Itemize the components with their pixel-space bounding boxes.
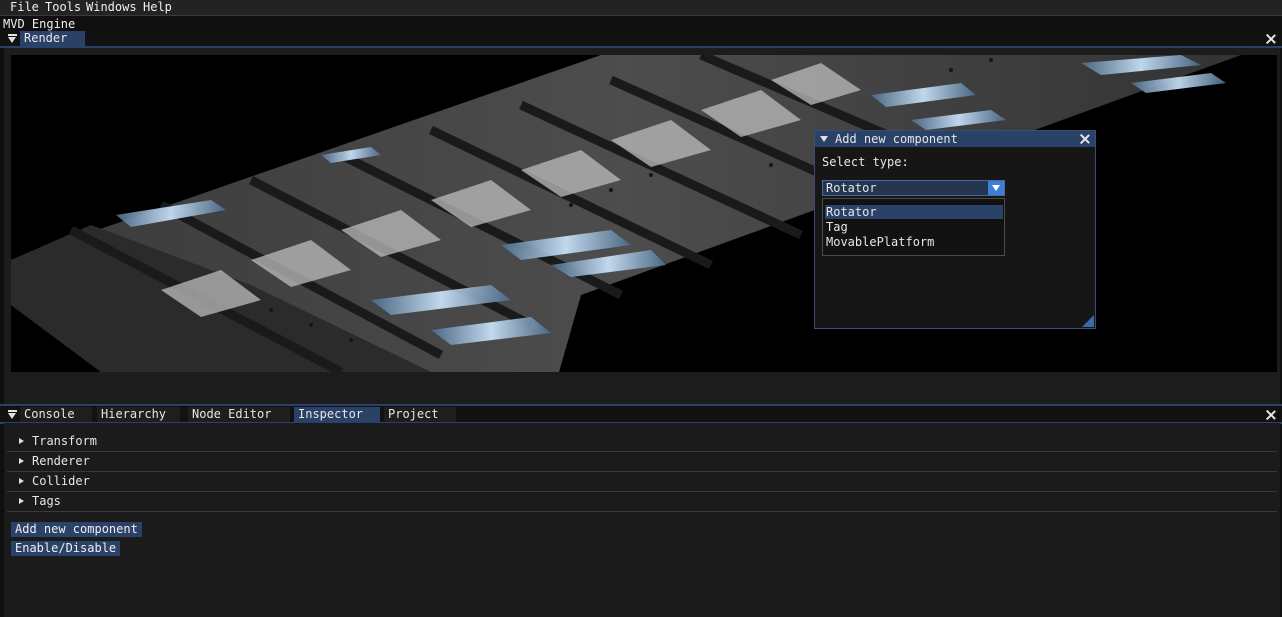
select-type-label: Select type: — [822, 155, 909, 169]
close-icon[interactable] — [1265, 409, 1277, 421]
add-component-button[interactable]: Add new component — [11, 522, 142, 537]
tab-hierarchy[interactable]: Hierarchy — [97, 407, 180, 422]
collapse-icon[interactable] — [8, 410, 17, 412]
collapse-icon[interactable] — [8, 34, 17, 36]
app-title: MVD Engine — [3, 17, 76, 31]
option-movable-platform[interactable]: MovablePlatform — [825, 235, 1003, 249]
tab-project[interactable]: Project — [384, 407, 456, 422]
menu-file[interactable]: File — [10, 0, 39, 15]
collapse-arrow-icon[interactable] — [820, 136, 828, 142]
dropdown-button[interactable] — [988, 181, 1004, 195]
menu-help[interactable]: Help — [143, 0, 172, 15]
section-label: Renderer — [32, 454, 90, 468]
caret-right-icon — [19, 498, 24, 504]
bottom-tab-bar: Console Hierarchy Node Editor Inspector … — [0, 407, 1282, 422]
caret-right-icon — [19, 458, 24, 464]
component-type-select[interactable]: Rotator — [822, 180, 1005, 196]
dialog-title: Add new component — [835, 132, 958, 146]
section-label: Tags — [32, 494, 61, 508]
tab-inspector[interactable]: Inspector — [294, 407, 380, 422]
section-label: Collider — [32, 474, 90, 488]
close-icon[interactable] — [1079, 133, 1091, 145]
collapse-arrow-icon[interactable] — [8, 37, 16, 43]
divider — [0, 15, 1282, 16]
section-renderer[interactable]: Renderer — [7, 452, 1277, 472]
panel-separator — [0, 404, 1282, 406]
selected-value: Rotator — [826, 181, 877, 195]
chevron-down-icon — [992, 185, 1000, 191]
caret-right-icon — [19, 438, 24, 444]
enable-disable-button[interactable]: Enable/Disable — [11, 541, 121, 556]
collapse-arrow-icon[interactable] — [8, 413, 16, 419]
option-tag[interactable]: Tag — [825, 220, 1003, 234]
section-tags[interactable]: Tags — [7, 492, 1277, 512]
section-collider[interactable]: Collider — [7, 472, 1277, 492]
section-transform[interactable]: Transform — [7, 432, 1277, 452]
resize-grip[interactable] — [1082, 315, 1094, 327]
menu-tools[interactable]: Tools — [45, 0, 81, 15]
add-component-dialog: Add new component Select type: Rotator R… — [814, 130, 1096, 329]
render-tab-bar: Render — [0, 31, 1282, 46]
tab-render[interactable]: Render — [20, 31, 85, 46]
component-type-dropdown: Rotator Tag MovablePlatform — [822, 198, 1005, 256]
menu-windows[interactable]: Windows — [86, 0, 137, 15]
dialog-title-bar[interactable]: Add new component — [815, 131, 1095, 147]
option-rotator[interactable]: Rotator — [825, 205, 1003, 219]
caret-right-icon — [19, 478, 24, 484]
menu-bar: File Tools Windows Help — [0, 0, 1282, 15]
close-icon[interactable] — [1265, 33, 1277, 45]
section-label: Transform — [32, 434, 98, 448]
tab-node-editor[interactable]: Node Editor — [188, 407, 290, 422]
tab-console[interactable]: Console — [20, 407, 92, 422]
